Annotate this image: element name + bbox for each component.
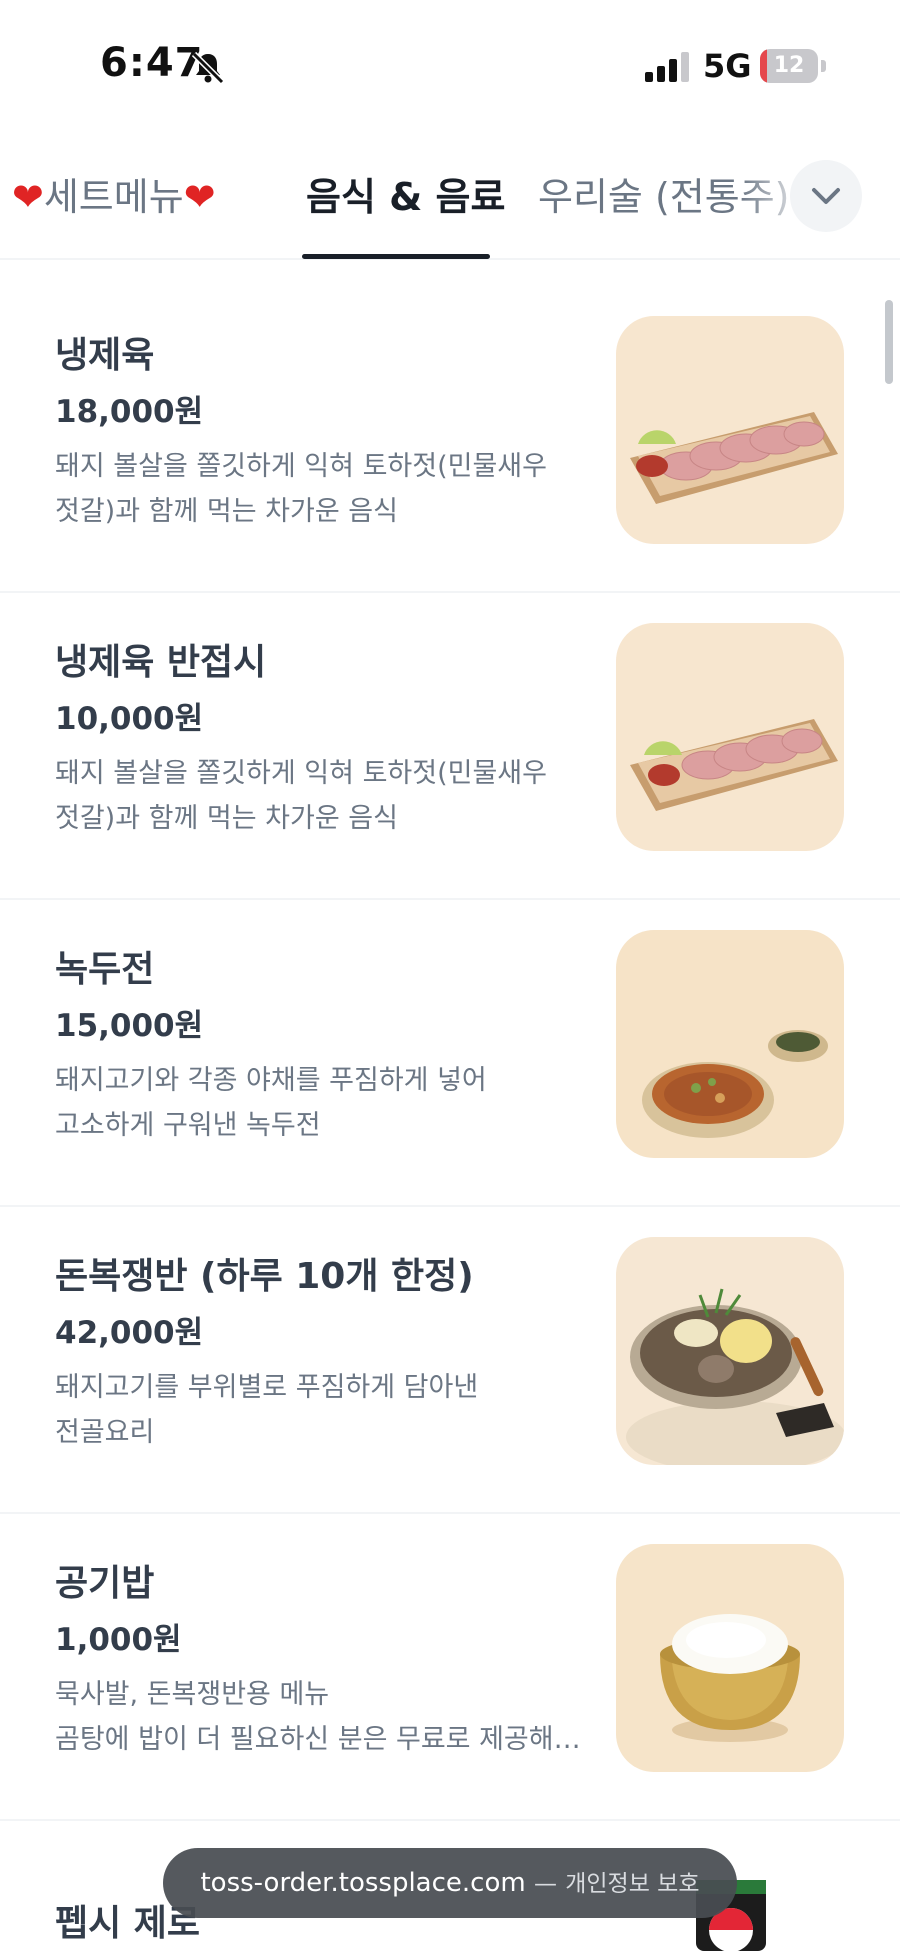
menu-item[interactable]: 공기밥 1,000원 묵사발, 돈복쟁반용 메뉴 곰탕에 밥이 더 필요하신 분… (0, 1514, 900, 1821)
menu-item-price: 42,000원 (55, 1315, 204, 1351)
description-line: 묵사발, 돈복쟁반용 메뉴 (55, 1679, 330, 1710)
menu-item-price: 10,000원 (55, 701, 204, 737)
chevron-down-icon (812, 188, 840, 204)
privacy-label: 개인정보 보호 (565, 1871, 700, 1897)
description-line: 고소하게 구워낸 녹두전 (55, 1110, 321, 1141)
menu-item[interactable]: 돈복쟁반 (하루 10개 한정) 42,000원 돼지고기를 부위별로 푸짐하게… (0, 1207, 900, 1514)
status-bar: 6:47 5G 12 (0, 0, 900, 120)
menu-item-price: 15,000원 (55, 1008, 204, 1044)
scrollbar[interactable] (885, 300, 893, 384)
battery-percent: 12 (773, 53, 805, 78)
category-tabs: ❤세트메뉴❤ 음식 & 음료 우리술 (전통주) (0, 150, 900, 260)
menu-item-name: 녹두전 (55, 949, 155, 990)
battery-icon: 12 (760, 49, 826, 83)
tab-label: 음식 & 음료 (306, 175, 506, 219)
menu-item-image (616, 930, 844, 1158)
menu-item-description: 돼지고기와 각종 야채를 푸짐하게 넣어 고소하게 구워낸 녹두전 (55, 1058, 585, 1148)
description-line: 곰탕에 밥이 더 필요하신 분은 무료로 제공해 ... (55, 1724, 585, 1755)
tab-label: 세트메뉴 (43, 175, 184, 219)
menu-item-price: 1,000원 (55, 1622, 182, 1658)
menu-item[interactable]: 녹두전 15,000원 돼지고기와 각종 야채를 푸짐하게 넣어 고소하게 구워… (0, 900, 900, 1207)
description-line: 젓갈)과 함께 먹는 차가운 음식 (55, 496, 398, 527)
expand-categories-button[interactable] (790, 160, 862, 232)
menu-item-name: 냉제육 (55, 335, 155, 376)
heart-icon: ❤ (12, 175, 44, 219)
menu-item-description: 묵사발, 돈복쟁반용 메뉴 곰탕에 밥이 더 필요하신 분은 무료로 제공해 .… (55, 1672, 585, 1762)
active-tab-indicator (302, 254, 490, 259)
network-type: 5G (703, 47, 752, 85)
menu-list: 냉제육 18,000원 돼지 볼살을 쫄깃하게 익혀 토하젓(민물새우 젓갈)과… (0, 286, 900, 1821)
menu-item-name: 공기밥 (55, 1563, 155, 1604)
cellular-signal-icon (645, 52, 689, 82)
description-line: 돼지고기와 각종 야채를 푸짐하게 넣어 (55, 1065, 487, 1096)
url-domain: toss-order.tossplace.com (200, 1868, 526, 1898)
tab-food-drink[interactable]: 음식 & 음료 (306, 166, 505, 221)
status-time: 6:47 (100, 40, 204, 86)
menu-item-description: 돼지고기를 부위별로 푸짐하게 담아낸 전골요리 (55, 1365, 585, 1455)
menu-item-image (616, 1237, 844, 1465)
menu-item[interactable]: 냉제육 18,000원 돼지 볼살을 쫄깃하게 익혀 토하젓(민물새우 젓갈)과… (0, 286, 900, 593)
description-line: 돼지 볼살을 쫄깃하게 익혀 토하젓(민물새우 (55, 758, 547, 789)
tab-set-menu[interactable]: ❤세트메뉴❤ (12, 166, 216, 221)
menu-item[interactable]: 냉제육 반접시 10,000원 돼지 볼살을 쫄깃하게 익혀 토하젓(민물새우 … (0, 593, 900, 900)
description-line: 젓갈)과 함께 먹는 차가운 음식 (55, 803, 398, 834)
heart-icon: ❤ (183, 175, 216, 219)
menu-item-price: 18,000원 (55, 394, 204, 430)
menu-item-description: 돼지 볼살을 쫄깃하게 익혀 토하젓(민물새우 젓갈)과 함께 먹는 차가운 음… (55, 751, 585, 841)
silent-bell-icon (191, 51, 225, 85)
url-separator: — (533, 1871, 557, 1897)
description-line: 전골요리 (55, 1417, 155, 1448)
menu-item-image (616, 1544, 844, 1772)
menu-item-description: 돼지 볼살을 쫄깃하게 익혀 토하젓(민물새우 젓갈)과 함께 먹는 차가운 음… (55, 444, 585, 534)
description-line: 돼지 볼살을 쫄깃하게 익혀 토하젓(민물새우 (55, 451, 547, 482)
menu-item-name: 돈복쟁반 (하루 10개 한정) (55, 1256, 474, 1297)
description-line: 돼지고기를 부위별로 푸짐하게 담아낸 (55, 1372, 479, 1403)
menu-item-image (616, 316, 844, 544)
menu-item-name: 냉제육 반접시 (55, 642, 267, 683)
menu-item-image (616, 623, 844, 851)
browser-url-bar[interactable]: toss-order.tossplace.com — 개인정보 보호 (163, 1848, 737, 1918)
